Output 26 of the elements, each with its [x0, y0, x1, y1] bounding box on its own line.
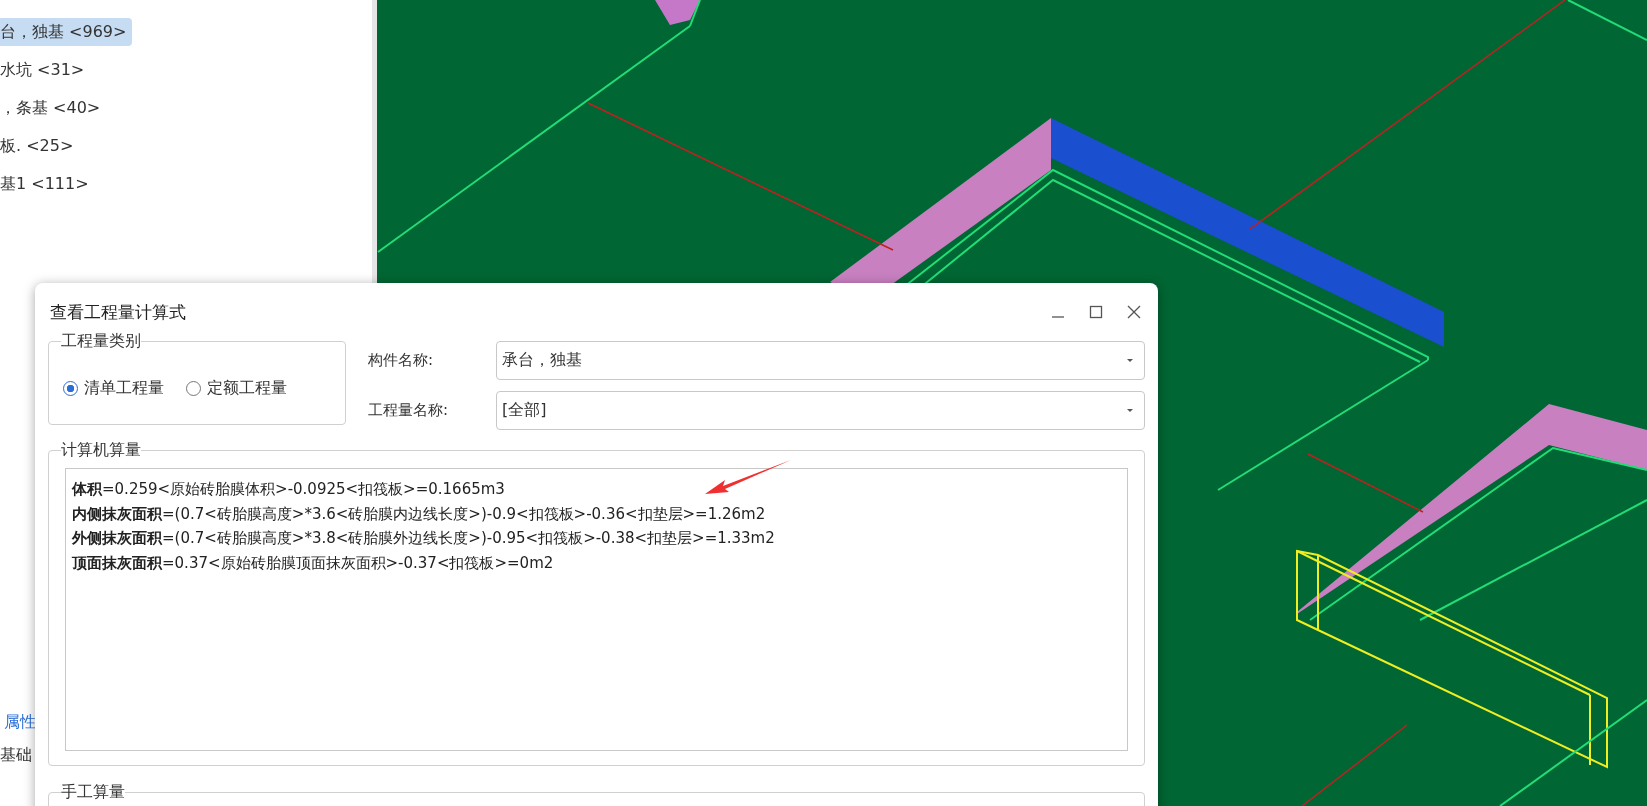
- close-icon[interactable]: [1126, 304, 1142, 320]
- dialog-title: 查看工程量计算式: [50, 300, 186, 324]
- radio-option[interactable]: 清单工程量: [63, 377, 164, 399]
- caret-icon: [1126, 358, 1134, 363]
- field-label: 工程量名称:: [367, 401, 450, 420]
- tree-item[interactable]: 基1 <111>: [0, 170, 95, 198]
- formula-line: 体积=0.259<原始砖胎膜体积>-0.0925<扣筏板>=0.1665m3: [72, 479, 505, 500]
- caret-icon: [1126, 408, 1134, 413]
- tree-item[interactable]: 板. <25>: [0, 132, 80, 160]
- dropdown-field[interactable]: 承台，独基: [496, 341, 1145, 380]
- group-legend: 手工算量: [61, 782, 125, 802]
- radio-option[interactable]: 定额工程量: [186, 377, 287, 399]
- dropdown-field[interactable]: [全部]: [496, 391, 1145, 430]
- group-legend: 工程量类别: [61, 331, 141, 351]
- group-legend: 计算机算量: [61, 440, 141, 460]
- tree-item[interactable]: 台，独基 <969>: [0, 18, 133, 46]
- maximize-icon[interactable]: [1088, 304, 1104, 320]
- wall-segment: [655, 0, 700, 25]
- field-label: 构件名称:: [367, 351, 435, 370]
- formula-text-area[interactable]: 体积=0.259<原始砖胎膜体积>-0.0925<扣筏板>=0.1665m3 内侧抹灰面积=(0.7<砖胎膜高度>*3.6<砖胎膜内边线长度>)-0.9<扣筏板>-0.36<扣垫层>=1.26m2 外侧抹灰面积=(0.7<砖胎膜高度>*3.8<砖胎膜外边线长度>)-0.95<扣筏板>-0.38<扣垫层>=1.33m2 顶面抹灰面积=0.37<原始砖胎膜顶面抹灰面积>-0.37<扣筏板>=0m2: [65, 468, 1128, 751]
- formula-line: 外侧抹灰面积=(0.7<砖胎膜高度>*3.8<砖胎膜外边线长度>)-0.95<扣筏板>-0.38<扣垫层>=1.33m2: [72, 528, 775, 549]
- tree-item[interactable]: ，条基 <40>: [0, 94, 107, 122]
- layer-label: 基础: [0, 745, 33, 766]
- formula-line: 内侧抹灰面积=(0.7<砖胎膜高度>*3.6<砖胎膜内边线长度>)-0.9<扣筏板>-0.36<扣垫层>=1.26m2: [72, 503, 766, 525]
- formula-line: 顶面抹灰面积=0.37<原始砖胎膜顶面抹灰面积>-0.37<扣筏板>=0m2: [72, 552, 554, 574]
- tree-item[interactable]: 水坑 <31>: [0, 56, 91, 84]
